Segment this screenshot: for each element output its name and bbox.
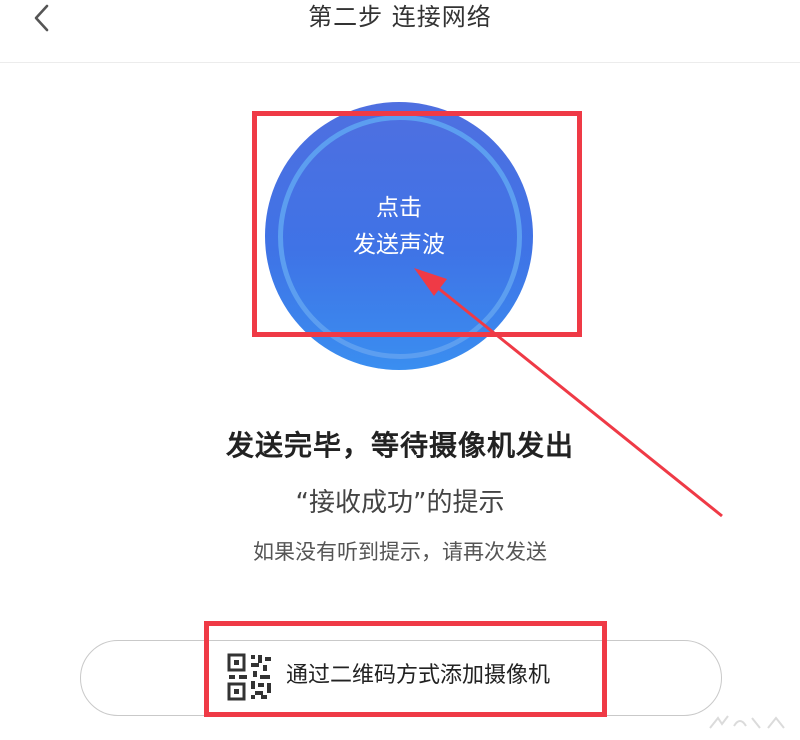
annotation-box-qr [204, 621, 607, 717]
hint-message: 如果没有听到提示，请再次发送 [253, 540, 547, 564]
main-message: 发送完毕，等待摄像机发出 [225, 429, 574, 462]
sub-message: “接收成功”的提示 [295, 488, 505, 518]
watermark-logo [709, 715, 785, 729]
